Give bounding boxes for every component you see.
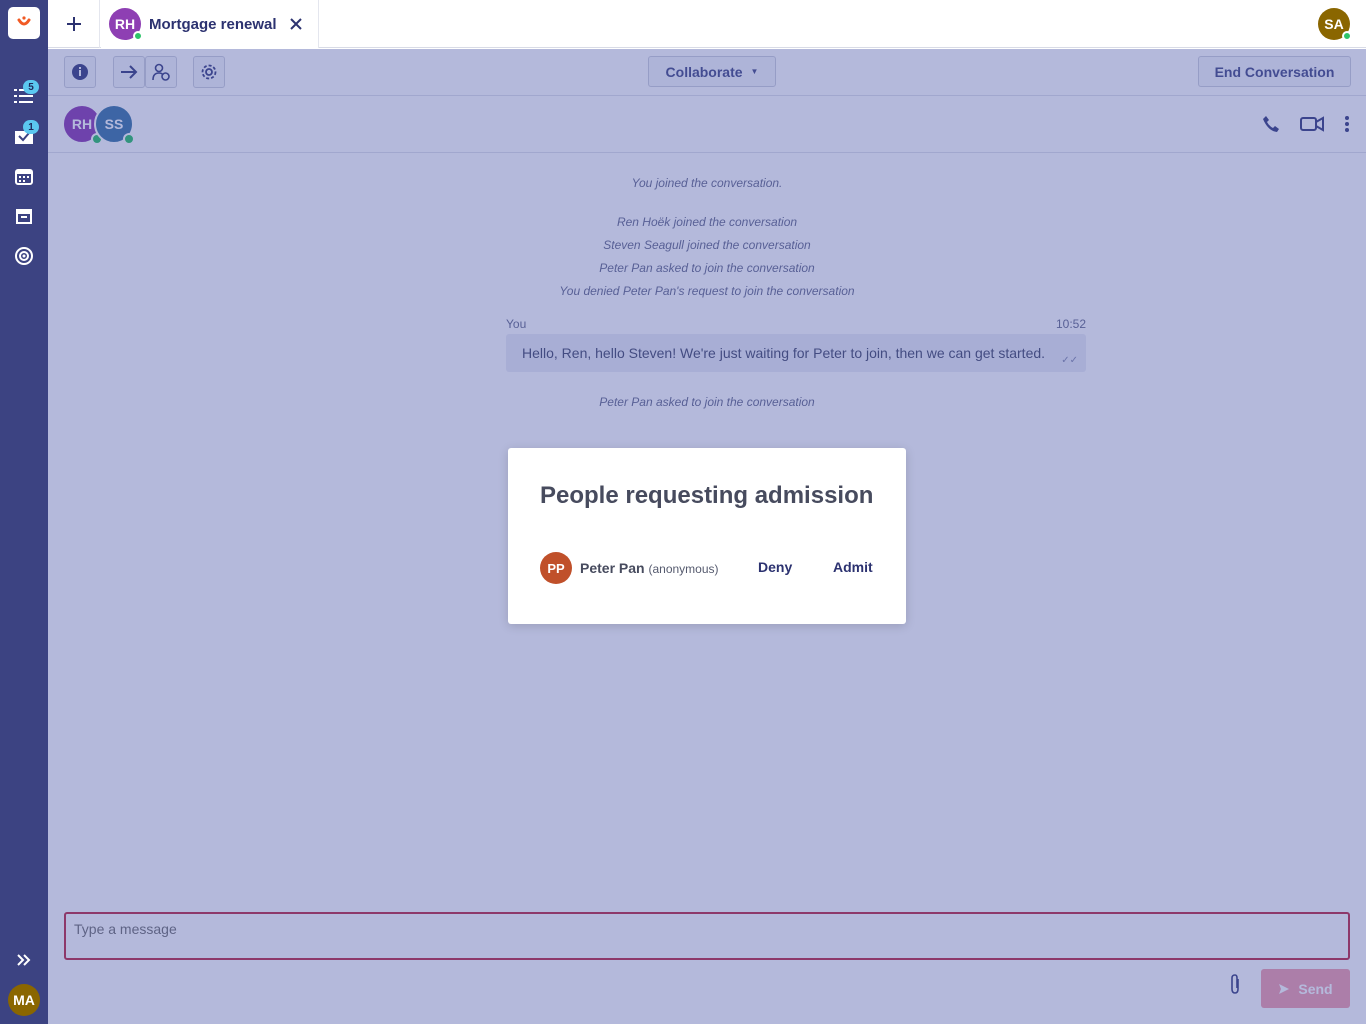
unblu-logo-icon[interactable] <box>8 7 40 39</box>
requester-avatar: PP <box>540 552 572 584</box>
online-status-dot <box>1342 31 1352 41</box>
broadcast-icon[interactable] <box>12 244 36 268</box>
deny-button[interactable]: Deny <box>758 559 792 575</box>
left-sidebar: 5 1 MA <box>0 0 48 1024</box>
dialog-title: People requesting admission <box>540 482 874 509</box>
tab-title: Mortgage renewal <box>149 15 277 33</box>
archive-icon[interactable] <box>12 204 36 228</box>
admission-dialog: People requesting admission PP Peter Pan… <box>508 448 906 624</box>
tab-mortgage-renewal[interactable]: RH Mortgage renewal <box>101 0 319 48</box>
agent-avatar[interactable]: MA <box>8 984 40 1016</box>
inbox-count-badge: 1 <box>23 120 39 134</box>
online-status-dot <box>133 31 143 41</box>
tab-avatar: RH <box>109 8 143 41</box>
admit-button[interactable]: Admit <box>833 559 873 575</box>
anonymous-tag: (anonymous) <box>648 562 719 576</box>
expand-sidebar-icon[interactable] <box>14 951 34 969</box>
tab-bar: RH Mortgage renewal SA <box>48 0 1366 48</box>
close-icon[interactable] <box>286 14 306 34</box>
admission-request-row: PP Peter Pan (anonymous) Deny Admit <box>540 552 874 584</box>
user-avatar[interactable]: SA <box>1318 8 1352 41</box>
list-count-badge: 5 <box>23 80 39 94</box>
requester-name: Peter Pan (anonymous) <box>580 560 719 576</box>
new-tab-button[interactable] <box>48 0 100 48</box>
plus-icon <box>66 17 81 31</box>
calendar-icon[interactable] <box>12 164 36 188</box>
